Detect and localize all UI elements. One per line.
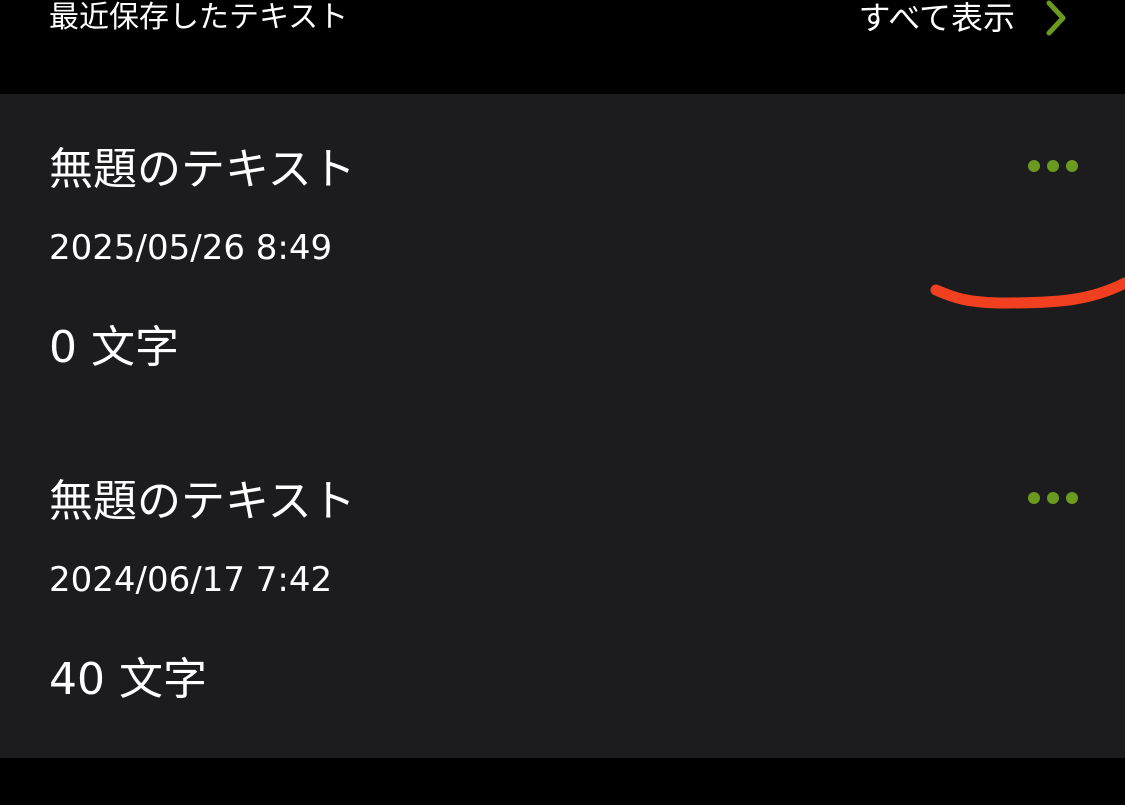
section-title: 最近保存したテキスト bbox=[49, 0, 349, 35]
show-all-label: すべて表示 bbox=[858, 0, 1015, 37]
list-item[interactable]: 無題のテキスト 2024/06/17 7:42 40 文字 bbox=[0, 426, 1125, 758]
item-date: 2024/06/17 7:42 bbox=[49, 560, 333, 600]
list-item[interactable]: 無題のテキスト 2025/05/26 8:49 0 文字 bbox=[0, 94, 1125, 426]
item-date: 2025/05/26 8:49 bbox=[49, 228, 333, 268]
recent-texts-list: 無題のテキスト 2025/05/26 8:49 0 文字 無題のテキスト 202… bbox=[0, 94, 1125, 758]
show-all-button[interactable]: すべて表示 bbox=[859, 0, 1067, 40]
item-title: 無題のテキスト bbox=[49, 144, 356, 195]
more-ellipsis-icon bbox=[1028, 160, 1078, 172]
item-title: 無題のテキスト bbox=[49, 476, 356, 527]
section-header: 最近保存したテキスト すべて表示 bbox=[0, 0, 1125, 94]
item-char-count: 0 文字 bbox=[49, 322, 179, 373]
more-options-button[interactable] bbox=[1024, 483, 1084, 513]
more-options-button[interactable] bbox=[1024, 151, 1084, 181]
more-ellipsis-icon bbox=[1028, 492, 1078, 504]
chevron-right-icon bbox=[1045, 0, 1067, 36]
bottom-band bbox=[0, 758, 1125, 805]
item-char-count: 40 文字 bbox=[49, 654, 207, 705]
